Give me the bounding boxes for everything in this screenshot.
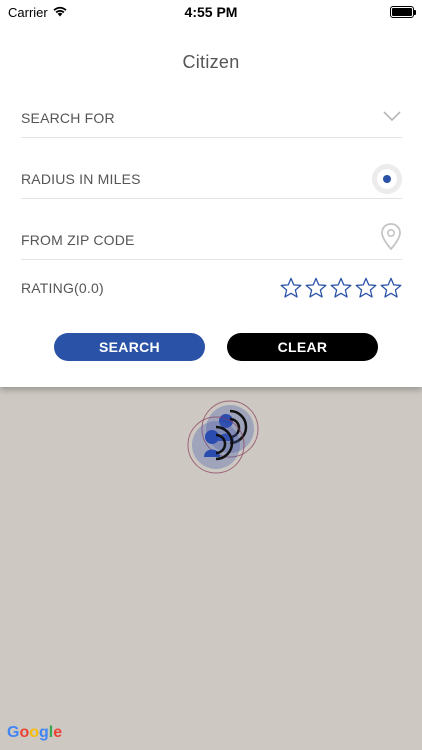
- app-screen: Carrier 4:55 PM Citizen SEARCH FOR RADIU…: [0, 0, 422, 750]
- wifi-icon: [52, 5, 68, 20]
- star-outline-icon[interactable]: [380, 277, 402, 299]
- map-marker-icon[interactable]: [186, 415, 246, 475]
- status-left: Carrier: [8, 5, 68, 20]
- star-outline-icon[interactable]: [280, 277, 302, 299]
- radius-field[interactable]: RADIUS IN MILES: [21, 159, 402, 199]
- carrier-label: Carrier: [8, 4, 48, 20]
- zip-code-label: FROM ZIP CODE: [21, 231, 135, 248]
- star-outline-icon[interactable]: [355, 277, 377, 299]
- search-for-label: SEARCH FOR: [21, 109, 115, 126]
- google-logo: Google: [7, 724, 63, 741]
- search-panel: Citizen SEARCH FOR RADIUS IN MILES FROM …: [0, 24, 422, 387]
- star-outline-icon[interactable]: [330, 277, 352, 299]
- rating-label: RATING(0.0): [21, 280, 104, 296]
- radius-label: RADIUS IN MILES: [21, 170, 141, 187]
- star-outline-icon[interactable]: [305, 277, 327, 299]
- status-bar: Carrier 4:55 PM: [0, 0, 422, 24]
- map-view[interactable]: Google: [0, 387, 422, 750]
- chevron-down-icon[interactable]: [382, 109, 402, 127]
- search-button[interactable]: SEARCH: [54, 333, 205, 361]
- battery-icon: [390, 6, 416, 18]
- rating-stars: [280, 277, 402, 299]
- rating-row: RATING(0.0): [21, 268, 402, 308]
- radio-icon[interactable]: [372, 163, 402, 194]
- clear-button[interactable]: CLEAR: [227, 333, 378, 361]
- zip-code-field[interactable]: FROM ZIP CODE: [21, 220, 402, 260]
- search-for-dropdown[interactable]: SEARCH FOR: [21, 98, 402, 138]
- location-pin-icon[interactable]: [380, 223, 402, 256]
- page-title: Citizen: [182, 52, 240, 72]
